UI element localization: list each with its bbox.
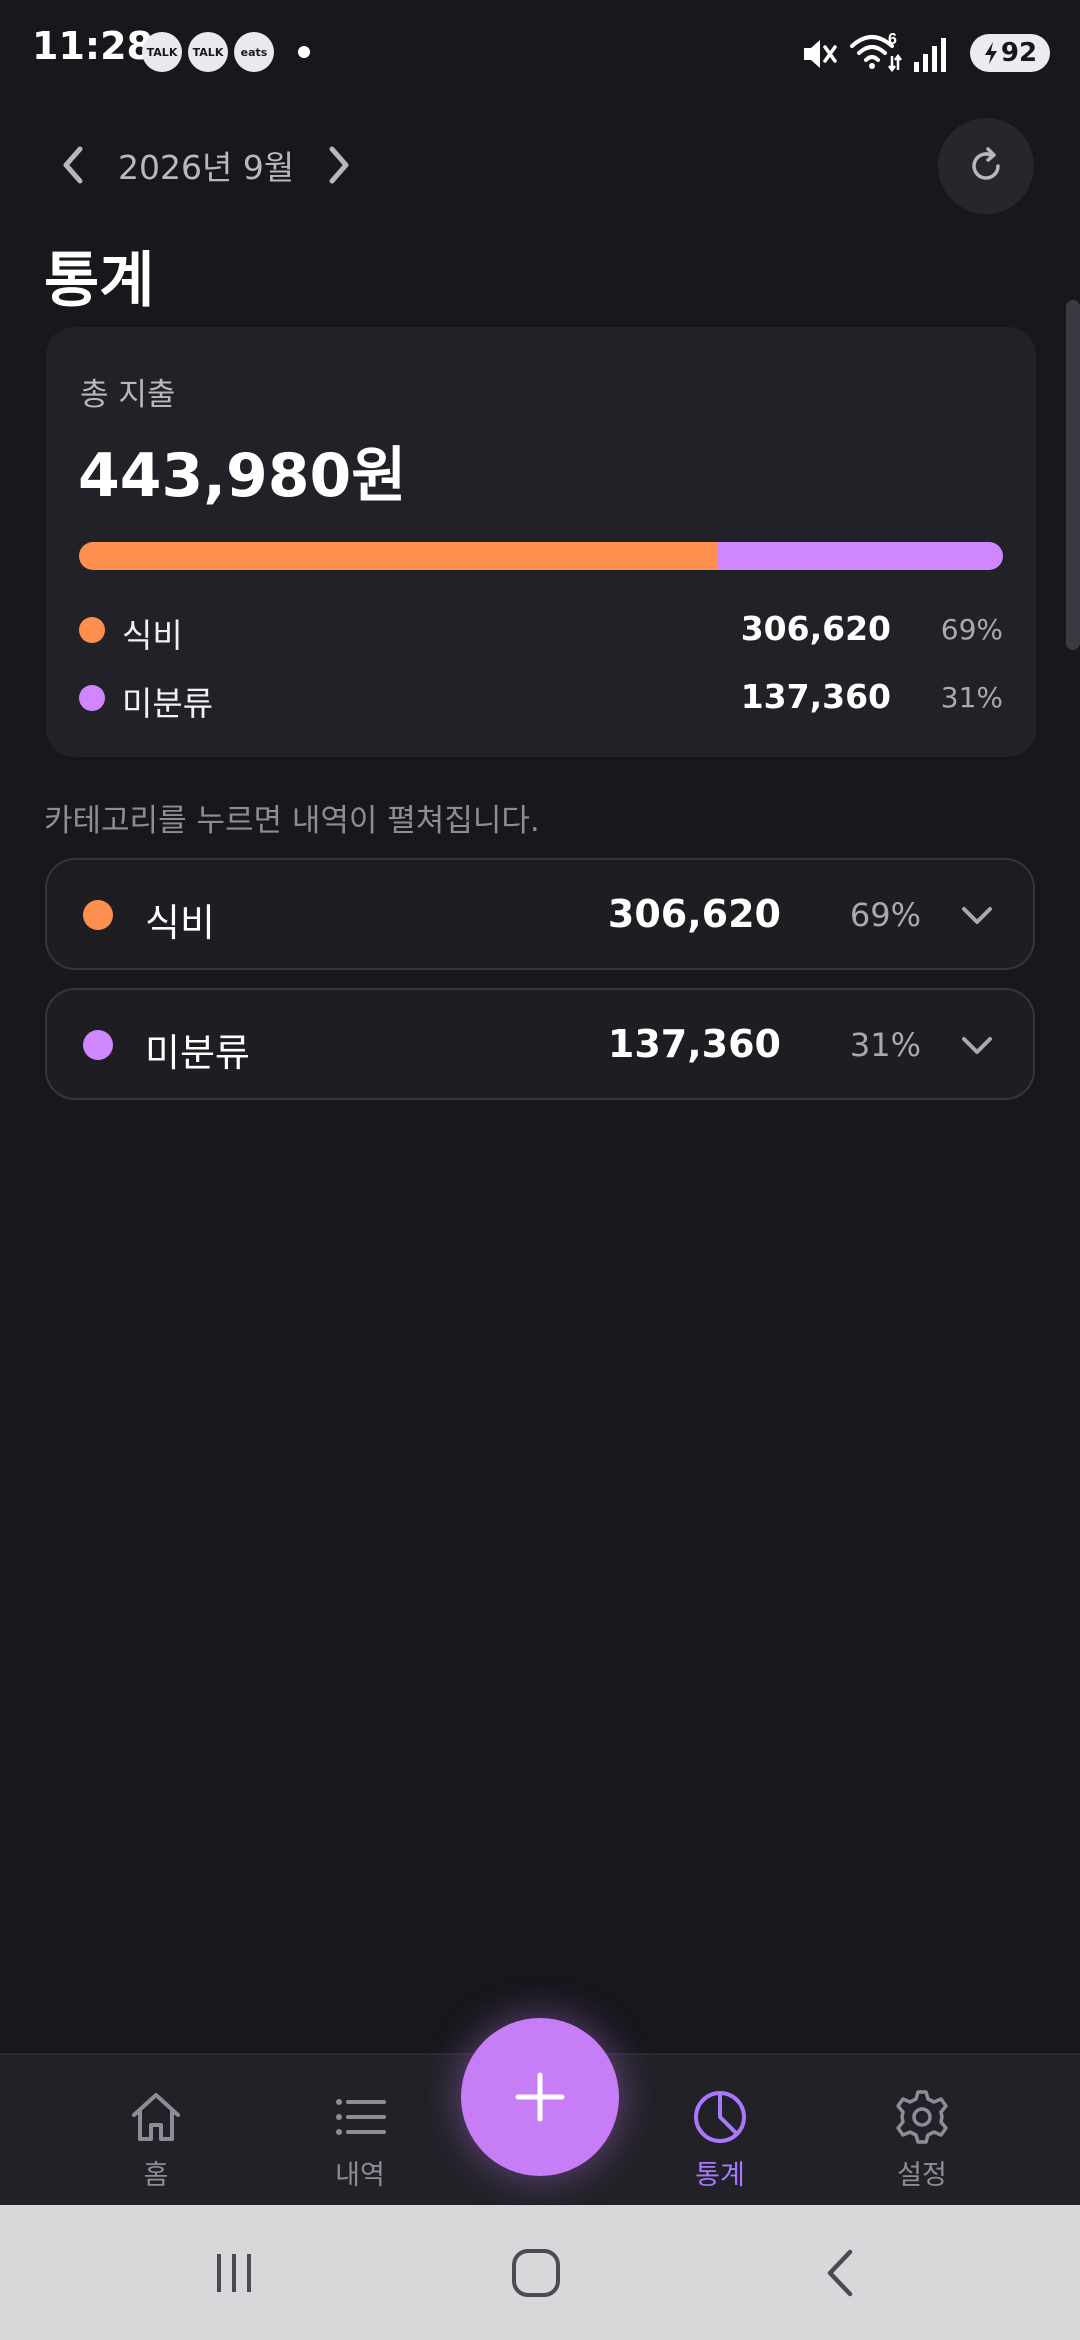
home-icon: [124, 2085, 188, 2149]
kakaotalk-notification-icon: TALK: [188, 32, 228, 72]
add-transaction-button[interactable]: [461, 2018, 619, 2176]
tab-home[interactable]: 홈: [76, 2055, 236, 2207]
kakaotalk-notification-icon: TALK: [142, 32, 182, 72]
plus-icon: [515, 2072, 565, 2122]
battery-level: 92: [1000, 38, 1038, 68]
wifi-icon: 6: [850, 31, 902, 73]
spending-summary-card: 총 지출 443,980원 식비 306,620 69% 미분류 137,360…: [46, 327, 1036, 757]
recent-apps-icon: [217, 2253, 251, 2292]
chevron-right-icon: [329, 146, 349, 184]
legend-row-food: 식비 306,620 69%: [79, 605, 1003, 655]
category-color-dot: [83, 900, 113, 930]
back-system-button[interactable]: [760, 2205, 920, 2340]
battery-indicator: 92: [970, 34, 1050, 72]
category-percent: 69%: [849, 896, 921, 934]
page-title: 통계: [44, 246, 155, 316]
category-name: 미분류: [145, 1031, 250, 1075]
refresh-icon: [972, 147, 1000, 180]
category-hint-text: 카테고리를 누르면 내역이 펼쳐집니다.: [44, 803, 540, 839]
tab-label: 설정: [897, 2160, 947, 2191]
legend-amount: 137,360: [740, 677, 891, 716]
legend-percent: 31%: [940, 681, 1003, 714]
next-month-button[interactable]: [314, 130, 364, 200]
charging-icon: [984, 42, 997, 64]
legend-color-dot: [79, 617, 105, 643]
legend-category-name: 식비: [122, 616, 183, 655]
system-navigation-bar: [0, 2205, 1080, 2340]
legend-amount: 306,620: [740, 609, 891, 648]
category-row-uncategorized[interactable]: 미분류 137,360 31%: [45, 988, 1035, 1100]
home-system-button[interactable]: [456, 2205, 616, 2340]
tab-label: 홈: [143, 2160, 169, 2191]
category-color-dot: [83, 1030, 113, 1060]
list-icon: [328, 2085, 392, 2149]
mute-icon: [804, 40, 837, 68]
coupang-eats-notification-icon: eats: [234, 32, 274, 72]
back-icon: [827, 2249, 853, 2296]
month-navigator: 2026년 9월: [48, 130, 364, 200]
tab-settings[interactable]: 설정: [842, 2055, 1002, 2207]
refresh-button[interactable]: [938, 118, 1034, 214]
current-month-label[interactable]: 2026년 9월: [118, 141, 294, 189]
status-time: 11:28: [32, 24, 153, 68]
previous-month-button[interactable]: [48, 130, 98, 200]
tab-label: 통계: [695, 2160, 745, 2191]
signal-icon: [914, 38, 946, 72]
network-badge: 6: [888, 31, 897, 48]
tab-label: 내역: [335, 2160, 385, 2191]
total-spending-amount: 443,980원: [78, 441, 407, 511]
chevron-left-icon: [63, 146, 83, 184]
breakdown-segment-food: [79, 542, 717, 570]
category-amount: 306,620: [607, 892, 781, 936]
category-row-food[interactable]: 식비 306,620 69%: [45, 858, 1035, 970]
more-notifications-dot: [298, 46, 310, 58]
category-name: 식비: [145, 901, 215, 945]
category-percent: 31%: [849, 1026, 921, 1064]
chevron-down-icon[interactable]: [959, 898, 995, 934]
tab-statistics[interactable]: 통계: [640, 2055, 800, 2207]
legend-row-uncategorized: 미분류 137,360 31%: [79, 673, 1003, 723]
legend-category-name: 미분류: [122, 684, 214, 723]
status-bar: 11:28 TALK TALK eats 6 92: [0, 0, 1080, 100]
legend-color-dot: [79, 685, 105, 711]
legend-percent: 69%: [940, 613, 1003, 646]
chevron-down-icon[interactable]: [959, 1028, 995, 1064]
spending-breakdown-bar: [79, 542, 1003, 570]
tab-history[interactable]: 내역: [280, 2055, 440, 2207]
total-spending-label: 총 지출: [80, 377, 176, 413]
category-amount: 137,360: [607, 1022, 781, 1066]
pie-chart-icon: [688, 2085, 752, 2149]
breakdown-segment-uncategorized: [716, 542, 1003, 570]
scrollbar[interactable]: [1066, 300, 1080, 650]
gear-icon: [890, 2085, 954, 2149]
recent-apps-button[interactable]: [154, 2205, 314, 2340]
home-button-icon: [512, 2248, 560, 2297]
